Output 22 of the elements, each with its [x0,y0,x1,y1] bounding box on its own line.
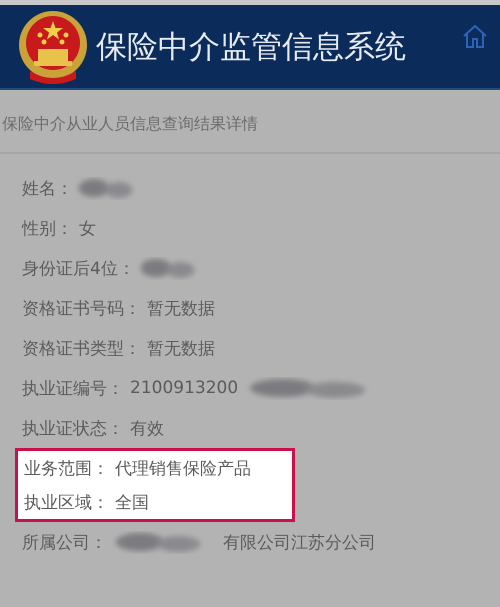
home-icon[interactable] [462,23,488,49]
app-title: 保险中介监管信息系统 [96,28,407,66]
field-value: 有效 [130,418,164,440]
page-title: 保险中介从业人员信息查询结果详情 [1,113,259,135]
field-label: 资格证书类型： [22,338,141,360]
field-label: 性别： [22,218,73,240]
field-label: 执业证编号： [22,378,124,400]
field-value: 代理销售保险产品 [115,458,251,480]
field-label: 姓名： [22,178,73,200]
field-value: 暂无数据 [147,298,215,320]
field-value: 2100913200 [130,378,238,398]
field-label: 执业证状态： [22,418,124,440]
field-label: 执业区域： [24,492,109,514]
field-value: 女 [79,218,96,240]
field-value: 有限公司江苏分公司 [223,532,376,554]
emblem-icon [16,8,90,84]
field-value: 暂无数据 [147,338,215,360]
field-label: 业务范围： [24,458,109,480]
field-label: 身份证后4位： [22,258,135,280]
field-label: 所属公司： [22,532,107,554]
field-label: 资格证书号码： [22,298,141,320]
field-value: 全国 [115,492,149,514]
